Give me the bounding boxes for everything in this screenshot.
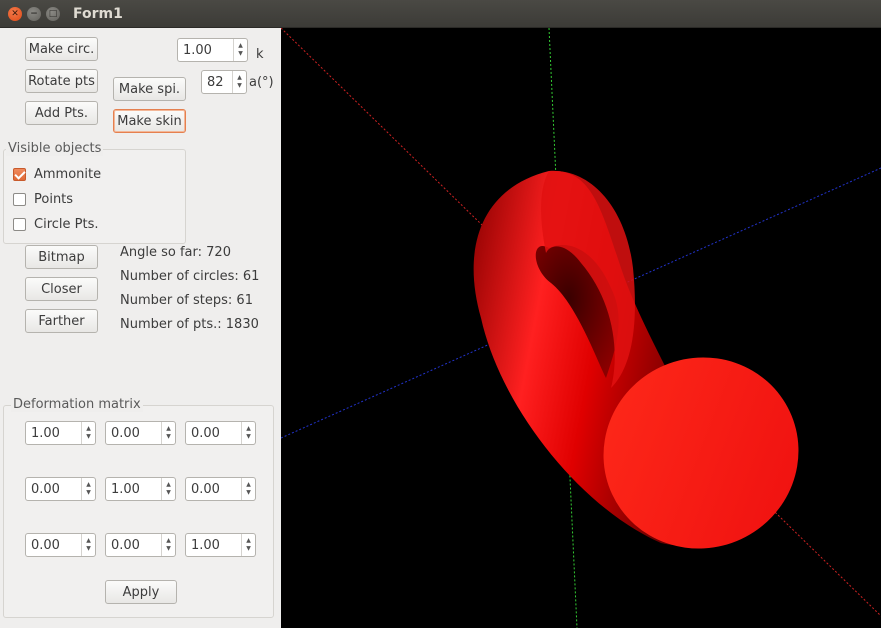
chevron-down-icon: ▼: [246, 433, 251, 440]
matrix-value: 0.00: [191, 425, 220, 441]
make-skin-button[interactable]: Make skin: [113, 109, 186, 133]
spin-arrows[interactable]: ▲ ▼: [81, 422, 95, 444]
chevron-up-icon: ▲: [86, 537, 91, 544]
matrix-value: 0.00: [111, 537, 140, 553]
chevron-up-icon: ▲: [166, 481, 171, 488]
spin-arrows[interactable]: ▲ ▼: [161, 478, 175, 500]
chevron-up-icon: ▲: [86, 481, 91, 488]
title-bar: ✕ − □ Form1: [0, 0, 881, 28]
chevron-up-icon: ▲: [237, 74, 242, 81]
maximize-window-button[interactable]: □: [46, 7, 60, 21]
3d-viewport[interactable]: [280, 27, 881, 628]
k-label: k: [256, 47, 264, 62]
ammonite-shell: [473, 170, 799, 549]
maximize-icon: □: [48, 8, 58, 19]
spin-arrows[interactable]: ▲ ▼: [241, 478, 255, 500]
points-label[interactable]: Points: [34, 192, 73, 207]
matrix-cell-1-1[interactable]: 1.00 ▲ ▼: [105, 477, 176, 501]
matrix-value: 0.00: [191, 481, 220, 497]
matrix-value: 1.00: [31, 425, 60, 441]
circle-pts-label[interactable]: Circle Pts.: [34, 217, 98, 232]
matrix-value: 0.00: [31, 481, 60, 497]
add-pts-button[interactable]: Add Pts.: [25, 101, 98, 125]
matrix-value: 0.00: [111, 425, 140, 441]
chevron-down-icon: ▼: [237, 82, 242, 89]
a-label: a(°): [249, 75, 274, 90]
visible-objects-title: Visible objects: [6, 141, 104, 156]
chevron-down-icon: ▼: [166, 433, 171, 440]
a-spin-arrows[interactable]: ▲ ▼: [232, 71, 246, 93]
make-spi-button[interactable]: Make spi.: [113, 77, 186, 101]
ammonite-checkbox[interactable]: [13, 168, 26, 181]
minimize-icon: −: [30, 8, 38, 19]
spin-arrows[interactable]: ▲ ▼: [241, 422, 255, 444]
steps-stat: Number of steps: 61: [120, 293, 253, 308]
closer-button[interactable]: Closer: [25, 277, 98, 301]
spin-arrows[interactable]: ▲ ▼: [81, 534, 95, 556]
ammonite-render: [280, 27, 881, 628]
spin-arrows[interactable]: ▲ ▼: [161, 534, 175, 556]
chevron-up-icon: ▲: [166, 425, 171, 432]
chevron-down-icon: ▼: [86, 433, 91, 440]
circle-pts-checkbox[interactable]: [13, 218, 26, 231]
matrix-value: 1.00: [111, 481, 140, 497]
spin-arrows[interactable]: ▲ ▼: [161, 422, 175, 444]
chevron-down-icon: ▼: [166, 545, 171, 552]
chevron-down-icon: ▼: [166, 489, 171, 496]
a-spinbox[interactable]: 82 ▲ ▼: [201, 70, 247, 94]
matrix-cell-2-0[interactable]: 0.00 ▲ ▼: [25, 533, 96, 557]
matrix-cell-1-0[interactable]: 0.00 ▲ ▼: [25, 477, 96, 501]
matrix-value: 0.00: [31, 537, 60, 553]
k-value: 1.00: [183, 42, 212, 58]
k-spin-arrows[interactable]: ▲ ▼: [233, 39, 247, 61]
deformation-matrix-title: Deformation matrix: [11, 397, 143, 412]
k-spinbox[interactable]: 1.00 ▲ ▼: [177, 38, 248, 62]
chevron-up-icon: ▲: [246, 425, 251, 432]
matrix-cell-2-2[interactable]: 1.00 ▲ ▼: [185, 533, 256, 557]
minimize-window-button[interactable]: −: [27, 7, 41, 21]
chevron-up-icon: ▲: [238, 42, 243, 49]
chevron-down-icon: ▼: [86, 545, 91, 552]
matrix-cell-2-1[interactable]: 0.00 ▲ ▼: [105, 533, 176, 557]
spin-arrows[interactable]: ▲ ▼: [81, 478, 95, 500]
farther-button[interactable]: Farther: [25, 309, 98, 333]
matrix-value: 1.00: [191, 537, 220, 553]
bitmap-button[interactable]: Bitmap: [25, 245, 98, 269]
close-window-button[interactable]: ✕: [8, 7, 22, 21]
chevron-down-icon: ▼: [246, 489, 251, 496]
chevron-down-icon: ▼: [86, 489, 91, 496]
matrix-cell-0-0[interactable]: 1.00 ▲ ▼: [25, 421, 96, 445]
close-icon: ✕: [11, 8, 19, 19]
apply-button[interactable]: Apply: [105, 580, 177, 604]
a-value: 82: [207, 74, 224, 90]
chevron-up-icon: ▲: [86, 425, 91, 432]
rotate-pts-button[interactable]: Rotate pts: [25, 69, 98, 93]
chevron-down-icon: ▼: [238, 50, 243, 57]
chevron-up-icon: ▲: [166, 537, 171, 544]
matrix-cell-0-1[interactable]: 0.00 ▲ ▼: [105, 421, 176, 445]
chevron-down-icon: ▼: [246, 545, 251, 552]
chevron-up-icon: ▲: [246, 481, 251, 488]
chevron-up-icon: ▲: [246, 537, 251, 544]
angle-stat: Angle so far: 720: [120, 245, 231, 260]
spin-arrows[interactable]: ▲ ▼: [241, 534, 255, 556]
control-panel: Make circ. Rotate pts Add Pts. Make spi.…: [0, 28, 281, 628]
circles-stat: Number of circles: 61: [120, 269, 260, 284]
points-checkbox[interactable]: [13, 193, 26, 206]
matrix-cell-0-2[interactable]: 0.00 ▲ ▼: [185, 421, 256, 445]
make-circ-button[interactable]: Make circ.: [25, 37, 98, 61]
ammonite-label[interactable]: Ammonite: [34, 167, 101, 182]
pts-stat: Number of pts.: 1830: [120, 317, 259, 332]
window-title: Form1: [73, 6, 123, 22]
matrix-cell-1-2[interactable]: 0.00 ▲ ▼: [185, 477, 256, 501]
